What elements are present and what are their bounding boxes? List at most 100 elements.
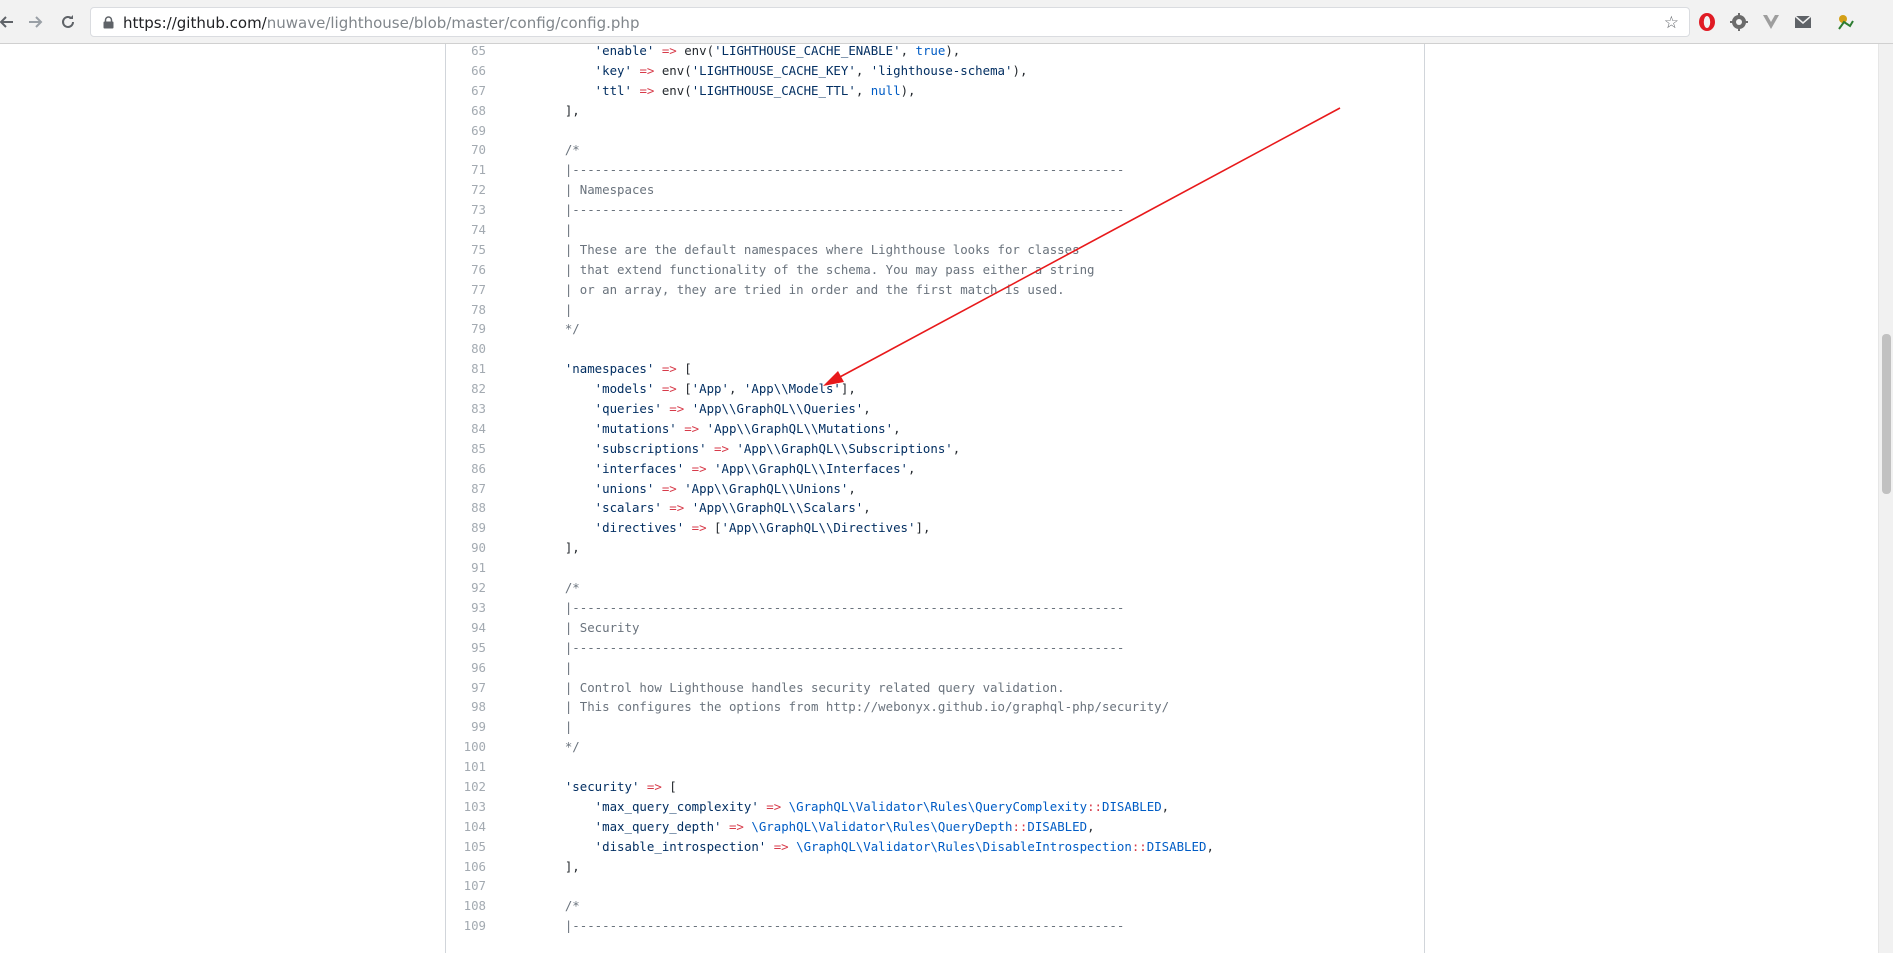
code-token: /*	[535, 580, 580, 596]
gear-icon[interactable]	[1729, 12, 1749, 32]
code-line: 94 | Security	[446, 618, 1424, 638]
line-text: |---------------------------------------…	[535, 598, 1125, 618]
line-number[interactable]: 66	[446, 61, 486, 81]
reload-icon[interactable]	[54, 8, 82, 36]
line-number[interactable]: 97	[446, 678, 486, 698]
line-text: | Control how Lighthouse handles securit…	[535, 678, 1065, 698]
code-token: ,	[1161, 798, 1170, 814]
line-text: |---------------------------------------…	[535, 200, 1125, 220]
code-token: ,	[848, 480, 856, 496]
code-token: ,	[952, 440, 961, 456]
code-line: 89 'directives' => ['App\\GraphQL\\Direc…	[446, 518, 1424, 538]
page-scrollbar[interactable]	[1878, 44, 1893, 953]
code-token: DISABLED	[1101, 798, 1162, 814]
line-number[interactable]: 72	[446, 180, 486, 200]
line-number[interactable]: 71	[446, 160, 486, 180]
code-token: [	[706, 520, 722, 536]
line-number[interactable]: 94	[446, 618, 486, 638]
line-number[interactable]: 105	[446, 837, 486, 857]
line-number[interactable]: 91	[446, 558, 486, 578]
opera-icon[interactable]	[1697, 12, 1717, 32]
line-number[interactable]: 98	[446, 697, 486, 717]
code-token: 'mutations'	[535, 420, 677, 436]
code-line: 83 'queries' => 'App\\GraphQL\\Queries',	[446, 399, 1424, 419]
line-text: /*	[535, 578, 580, 598]
line-number[interactable]: 81	[446, 359, 486, 379]
scrollbar-thumb[interactable]	[1882, 334, 1891, 494]
code-token: ,	[728, 381, 744, 397]
line-number[interactable]: 96	[446, 658, 486, 678]
line-number[interactable]: 109	[446, 916, 486, 936]
line-number[interactable]: 102	[446, 777, 486, 797]
code-token: null	[870, 82, 901, 98]
code-token: 'LIGHTHOUSE_CACHE_KEY'	[691, 62, 856, 78]
code-token: =>	[676, 420, 700, 436]
line-number[interactable]: 73	[446, 200, 486, 220]
code-token: ],	[915, 520, 931, 536]
code-line: 108 /*	[446, 896, 1424, 916]
code-line: 70 /*	[446, 140, 1424, 160]
forward-icon[interactable]	[22, 8, 50, 36]
line-number[interactable]: 86	[446, 459, 486, 479]
line-number[interactable]: 89	[446, 518, 486, 538]
code-token: =>	[654, 361, 677, 377]
line-number[interactable]: 85	[446, 439, 486, 459]
line-number[interactable]: 90	[446, 538, 486, 558]
code-line: 101	[446, 757, 1424, 777]
line-number[interactable]: 101	[446, 757, 486, 777]
code-token: =>	[706, 440, 729, 456]
line-number[interactable]: 92	[446, 578, 486, 598]
line-number[interactable]: 108	[446, 896, 486, 916]
line-number[interactable]: 74	[446, 220, 486, 240]
line-number[interactable]: 95	[446, 638, 486, 658]
code-line: 65 'enable' => env('LIGHTHOUSE_CACHE_ENA…	[446, 41, 1424, 61]
line-number[interactable]: 107	[446, 876, 486, 896]
line-number[interactable]: 103	[446, 797, 486, 817]
line-number[interactable]: 88	[446, 498, 486, 518]
line-number[interactable]: 79	[446, 319, 486, 339]
code-token: 'App\\GraphQL\\Mutations'	[706, 420, 894, 436]
line-number[interactable]: 68	[446, 101, 486, 121]
address-bar[interactable]: https://github.com/nuwave/lighthouse/blo…	[90, 7, 1690, 37]
line-number[interactable]: 93	[446, 598, 486, 618]
star-icon[interactable]: ☆	[1664, 13, 1679, 33]
line-number[interactable]: 87	[446, 479, 486, 499]
line-number[interactable]: 78	[446, 300, 486, 320]
line-text: ],	[535, 538, 580, 558]
vivaldi-icon[interactable]	[1761, 12, 1781, 32]
code-line: 67 'ttl' => env('LIGHTHOUSE_CACHE_TTL', …	[446, 81, 1424, 101]
line-number[interactable]: 80	[446, 339, 486, 359]
line-number[interactable]: 99	[446, 717, 486, 737]
code-line: 72 | Namespaces	[446, 180, 1424, 200]
code-token: [	[661, 778, 677, 794]
code-line: 99 |	[446, 717, 1424, 737]
line-number[interactable]: 100	[446, 737, 486, 757]
code-line: 69	[446, 121, 1424, 141]
mail-icon[interactable]	[1793, 12, 1813, 32]
line-number[interactable]: 106	[446, 857, 486, 877]
line-number[interactable]: 65	[446, 41, 486, 61]
line-number[interactable]: 75	[446, 240, 486, 260]
code-token: =>	[661, 500, 685, 516]
line-number[interactable]: 84	[446, 419, 486, 439]
line-text: ],	[535, 857, 580, 877]
extension-icon[interactable]	[1835, 12, 1855, 32]
line-text: */	[535, 737, 580, 757]
line-number[interactable]: 67	[446, 81, 486, 101]
code-token: ,	[908, 460, 916, 476]
line-number[interactable]: 104	[446, 817, 486, 837]
line-number[interactable]: 82	[446, 379, 486, 399]
code-line: 98 | This configures the options from ht…	[446, 697, 1424, 717]
code-line: 93 |------------------------------------…	[446, 598, 1424, 618]
code-token: ,	[863, 500, 871, 516]
code-token: env(	[654, 62, 692, 78]
line-number[interactable]: 83	[446, 399, 486, 419]
line-number[interactable]: 69	[446, 121, 486, 141]
line-number[interactable]: 70	[446, 140, 486, 160]
line-number[interactable]: 76	[446, 260, 486, 280]
line-number[interactable]: 77	[446, 280, 486, 300]
line-text: |---------------------------------------…	[535, 160, 1125, 180]
code-token: ,	[1087, 818, 1095, 834]
back-icon[interactable]	[0, 8, 20, 36]
